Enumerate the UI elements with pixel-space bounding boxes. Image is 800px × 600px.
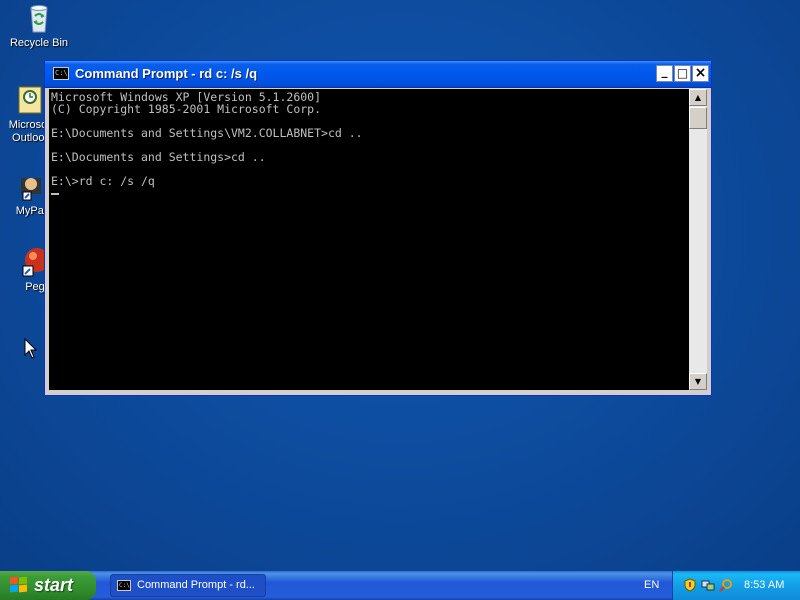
security-shield-icon[interactable] [683, 578, 697, 592]
console-line: E:\Documents and Settings>cd .. [51, 150, 266, 164]
search-magnifier-icon[interactable] [719, 578, 733, 592]
taskbar: start C:\ Command Prompt - rd... EN 8:53… [0, 571, 800, 600]
vertical-scrollbar[interactable]: ▲ ▼ [689, 89, 707, 390]
scroll-thumb[interactable] [689, 107, 707, 129]
clock[interactable]: 8:53 AM [744, 579, 784, 591]
command-prompt-window[interactable]: C:\ Command Prompt - rd c: /s /q _ □ × M… [44, 60, 712, 396]
console-line: E:\>rd c: /s /q [51, 174, 155, 188]
recycle-bin-icon [23, 2, 55, 34]
outlook-icon [15, 84, 47, 116]
minimize-button[interactable]: _ [656, 65, 673, 82]
console-line: E:\Documents and Settings\VM2.COLLABNET>… [51, 126, 363, 140]
console-output[interactable]: Microsoft Windows XP [Version 5.1.2600] … [49, 89, 689, 390]
close-button[interactable]: × [692, 65, 709, 82]
title-bar[interactable]: C:\ Command Prompt - rd c: /s /q _ □ × [45, 61, 711, 88]
taskbar-item-label: Command Prompt - rd... [137, 579, 255, 591]
desktop-icon-recycle-bin[interactable]: Recycle Bin [4, 2, 74, 50]
network-icon[interactable] [701, 578, 715, 592]
scroll-down-button[interactable]: ▼ [689, 373, 707, 390]
console-icon: C:\ [117, 580, 131, 591]
scroll-up-button[interactable]: ▲ [689, 89, 707, 106]
taskbar-item-command-prompt[interactable]: C:\ Command Prompt - rd... [110, 574, 266, 597]
maximize-button[interactable]: □ [674, 65, 691, 82]
console-icon: C:\ [53, 67, 69, 80]
start-label: start [34, 575, 74, 595]
window-title: Command Prompt - rd c: /s /q [75, 66, 258, 81]
windows-logo-icon [10, 576, 28, 593]
language-indicator[interactable]: EN [644, 579, 659, 591]
start-button[interactable]: start [0, 571, 96, 600]
console-line: (C) Copyright 1985-2001 Microsoft Corp. [51, 102, 322, 116]
system-tray: 8:53 AM [672, 571, 800, 600]
desktop: Recycle Bin Microsoft Outlook MyPal Peg … [0, 0, 800, 571]
text-cursor [51, 192, 59, 195]
mouse-pointer-icon [24, 338, 38, 359]
desktop-icon-label: Recycle Bin [9, 37, 69, 49]
mypal-icon [15, 170, 47, 202]
